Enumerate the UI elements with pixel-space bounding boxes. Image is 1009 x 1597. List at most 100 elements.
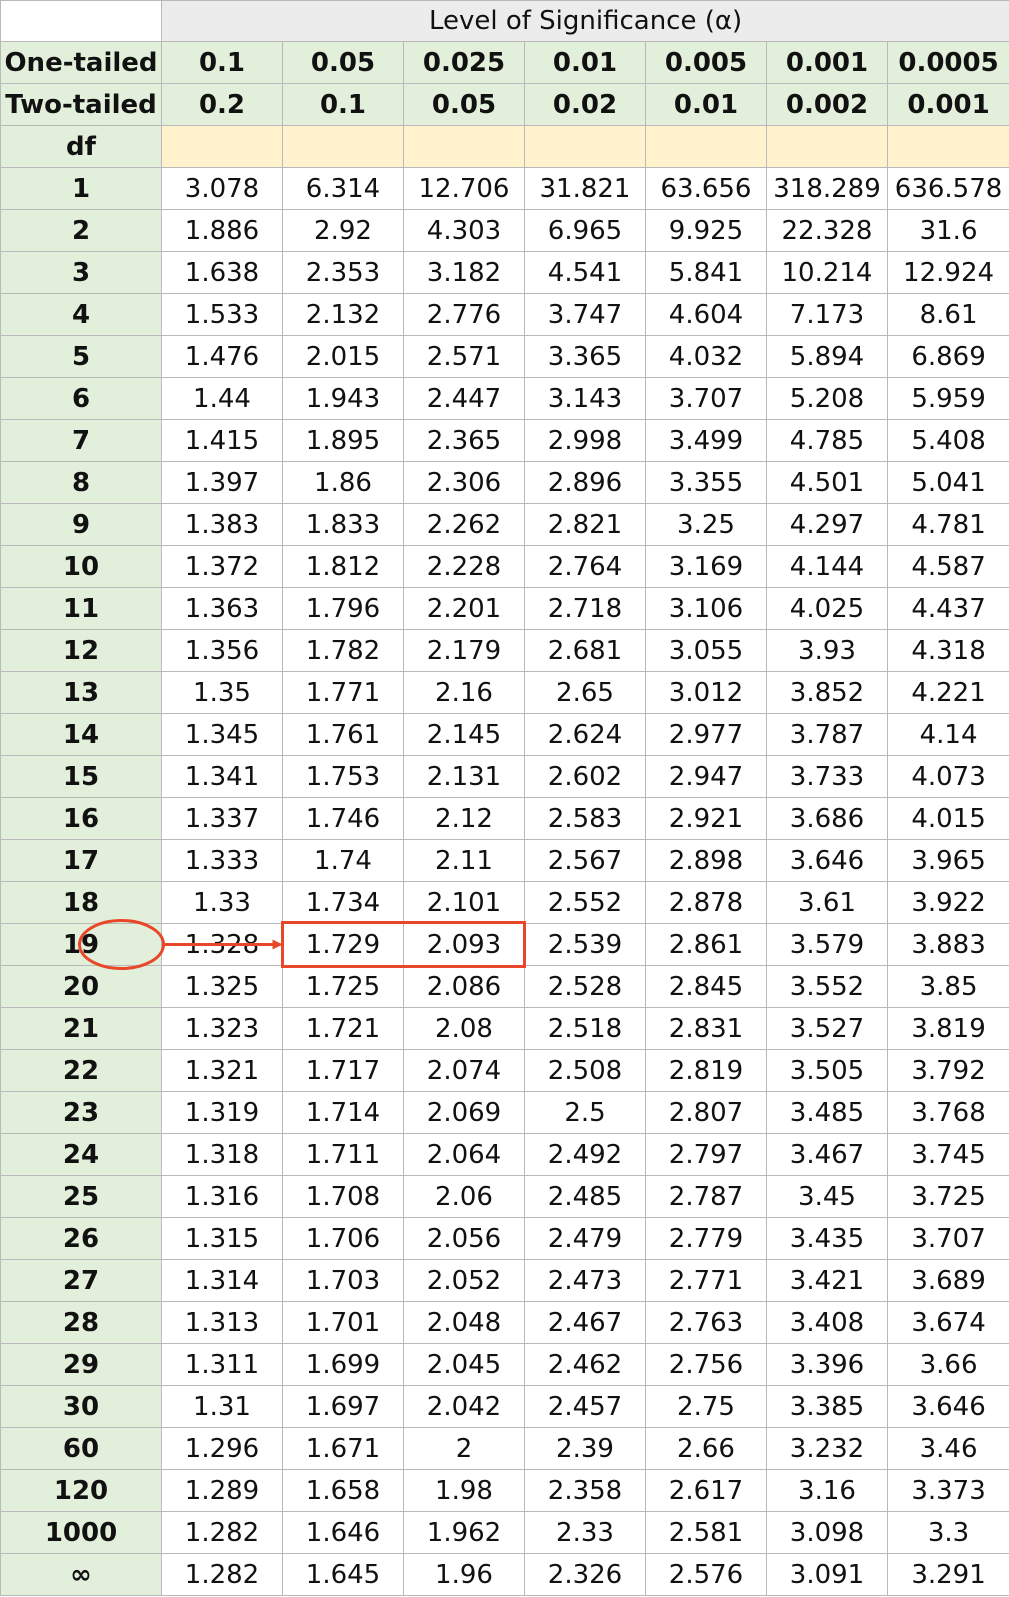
critical-value-cell: 1.345 [161, 713, 283, 756]
df-value: 3 [0, 251, 162, 294]
two-tailed-alpha: 0.001 [886, 83, 1009, 126]
critical-value-cell: 1.753 [282, 755, 404, 798]
table-row: 26 1.315 1.706 2.056 2.479 2.779 3.435 3.707 [0, 1217, 1009, 1260]
critical-value-cell: 3.365 [524, 335, 646, 378]
critical-value-cell: 4.144 [766, 545, 888, 588]
df-header-blank [524, 125, 646, 168]
df-header-blank [282, 125, 404, 168]
critical-value-cell: 1.706 [282, 1217, 404, 1260]
critical-value-cell: 3.499 [645, 419, 767, 462]
critical-value-cell: 3.232 [766, 1427, 888, 1470]
critical-value-cell: 2.132 [282, 293, 404, 336]
critical-value-cell: 2.878 [645, 881, 767, 924]
table-row: 4 1.533 2.132 2.776 3.747 4.604 7.173 8.61 [0, 293, 1009, 336]
critical-value-cell: 63.656 [645, 167, 767, 210]
df-value: 1 [0, 167, 162, 210]
one-tailed-alpha: 0.001 [766, 41, 888, 84]
df-value: 6 [0, 377, 162, 420]
critical-value-cell: 1.812 [282, 545, 404, 588]
critical-value-cell: 3.169 [645, 545, 767, 588]
critical-value-cell: 3.689 [886, 1259, 1009, 1302]
two-tailed-alpha: 0.002 [766, 83, 888, 126]
critical-value-cell: 3.965 [886, 839, 1009, 882]
table-row: 11 1.363 1.796 2.201 2.718 3.106 4.025 4.437 [0, 587, 1009, 630]
critical-value-cell: 1.356 [161, 629, 283, 672]
critical-value-cell: 2.179 [403, 629, 525, 672]
critical-value-cell: 2.462 [524, 1343, 646, 1386]
critical-value-cell: 3.686 [766, 797, 888, 840]
critical-value-cell: 1.415 [161, 419, 283, 462]
critical-value-cell: 5.408 [886, 419, 1009, 462]
critical-value-cell: 1.711 [282, 1133, 404, 1176]
df-header-blank [403, 125, 525, 168]
critical-value-cell: 10.214 [766, 251, 888, 294]
critical-value-cell: 2.602 [524, 755, 646, 798]
critical-value-cell: 2.16 [403, 671, 525, 714]
table-row: 29 1.311 1.699 2.045 2.462 2.756 3.396 3.66 [0, 1343, 1009, 1386]
critical-value-cell: 3.61 [766, 881, 888, 924]
critical-value-cell: 3.373 [886, 1469, 1009, 1512]
df-value: 9 [0, 503, 162, 546]
critical-value-cell: 1.319 [161, 1091, 283, 1134]
critical-value-cell: 4.785 [766, 419, 888, 462]
t-distribution-table: Level of Significance (α) One-tailed 0.1… [0, 0, 1009, 1596]
table-row: 8 1.397 1.86 2.306 2.896 3.355 4.501 5.041 [0, 461, 1009, 504]
df-value: 22 [0, 1049, 162, 1092]
critical-value-cell: 2.528 [524, 965, 646, 1008]
critical-value-cell: 1.717 [282, 1049, 404, 1092]
critical-value-cell: 1.372 [161, 545, 283, 588]
critical-value-cell: 8.61 [886, 293, 1009, 336]
critical-value-cell: 12.706 [403, 167, 525, 210]
critical-value-cell: 1.796 [282, 587, 404, 630]
critical-value-cell: 3.725 [886, 1175, 1009, 1218]
table-row: 21 1.323 1.721 2.08 2.518 2.831 3.527 3.819 [0, 1007, 1009, 1050]
table-row: 18 1.33 1.734 2.101 2.552 2.878 3.61 3.922 [0, 881, 1009, 924]
critical-value-cell: 3.768 [886, 1091, 1009, 1134]
critical-value-cell: 3.25 [645, 503, 767, 546]
table-row: 13 1.35 1.771 2.16 2.65 3.012 3.852 4.221 [0, 671, 1009, 714]
critical-value-cell: 2.39 [524, 1427, 646, 1470]
critical-value-cell: 3.93 [766, 629, 888, 672]
critical-value-cell: 3.66 [886, 1343, 1009, 1386]
one-tailed-alpha: 0.01 [524, 41, 646, 84]
table-row: 10 1.372 1.812 2.228 2.764 3.169 4.144 4.587 [0, 545, 1009, 588]
critical-value-cell: 2.447 [403, 377, 525, 420]
critical-value-cell: 3.143 [524, 377, 646, 420]
critical-value-cell: 1.725 [282, 965, 404, 1008]
critical-value-cell: 1.316 [161, 1175, 283, 1218]
df-value: 8 [0, 461, 162, 504]
critical-value-cell: 5.894 [766, 335, 888, 378]
critical-value-cell: 2.718 [524, 587, 646, 630]
critical-value-cell: 2.756 [645, 1343, 767, 1386]
critical-value-cell: 4.541 [524, 251, 646, 294]
one-tailed-alpha: 0.1 [161, 41, 283, 84]
critical-value-cell: 4.073 [886, 755, 1009, 798]
critical-value-cell: 1.671 [282, 1427, 404, 1470]
critical-value-cell: 1.697 [282, 1385, 404, 1428]
critical-value-cell: 5.041 [886, 461, 1009, 504]
critical-value-cell: 3.646 [766, 839, 888, 882]
critical-value-cell: 2.797 [645, 1133, 767, 1176]
df-header-blank [766, 125, 888, 168]
df-value: 25 [0, 1175, 162, 1218]
critical-value-cell: 2.947 [645, 755, 767, 798]
critical-value-cell: 1.328 [161, 923, 283, 966]
critical-value-cell: 4.587 [886, 545, 1009, 588]
critical-value-cell: 2.896 [524, 461, 646, 504]
one-tailed-row: One-tailed 0.1 0.05 0.025 0.01 0.005 0.001 0.0… [0, 41, 1009, 84]
table-row: 24 1.318 1.711 2.064 2.492 2.797 3.467 3.745 [0, 1133, 1009, 1176]
critical-value-cell: 3.745 [886, 1133, 1009, 1176]
critical-value-cell: 1.314 [161, 1259, 283, 1302]
table-row: 5 1.476 2.015 2.571 3.365 4.032 5.894 6.869 [0, 335, 1009, 378]
one-tailed-alpha: 0.005 [645, 41, 767, 84]
critical-value-cell: 4.032 [645, 335, 767, 378]
critical-value-cell: 1.333 [161, 839, 283, 882]
critical-value-cell: 1.33 [161, 881, 283, 924]
critical-value-cell: 6.869 [886, 335, 1009, 378]
critical-value-cell: 1.645 [282, 1553, 404, 1596]
critical-value-cell: 1.318 [161, 1133, 283, 1176]
t-table-container: Level of Significance (α) One-tailed 0.1… [0, 0, 1009, 1597]
table-row: 9 1.383 1.833 2.262 2.821 3.25 4.297 4.781 [0, 503, 1009, 546]
table-row: 22 1.321 1.717 2.074 2.508 2.819 3.505 3.792 [0, 1049, 1009, 1092]
critical-value-cell: 1.962 [403, 1511, 525, 1554]
